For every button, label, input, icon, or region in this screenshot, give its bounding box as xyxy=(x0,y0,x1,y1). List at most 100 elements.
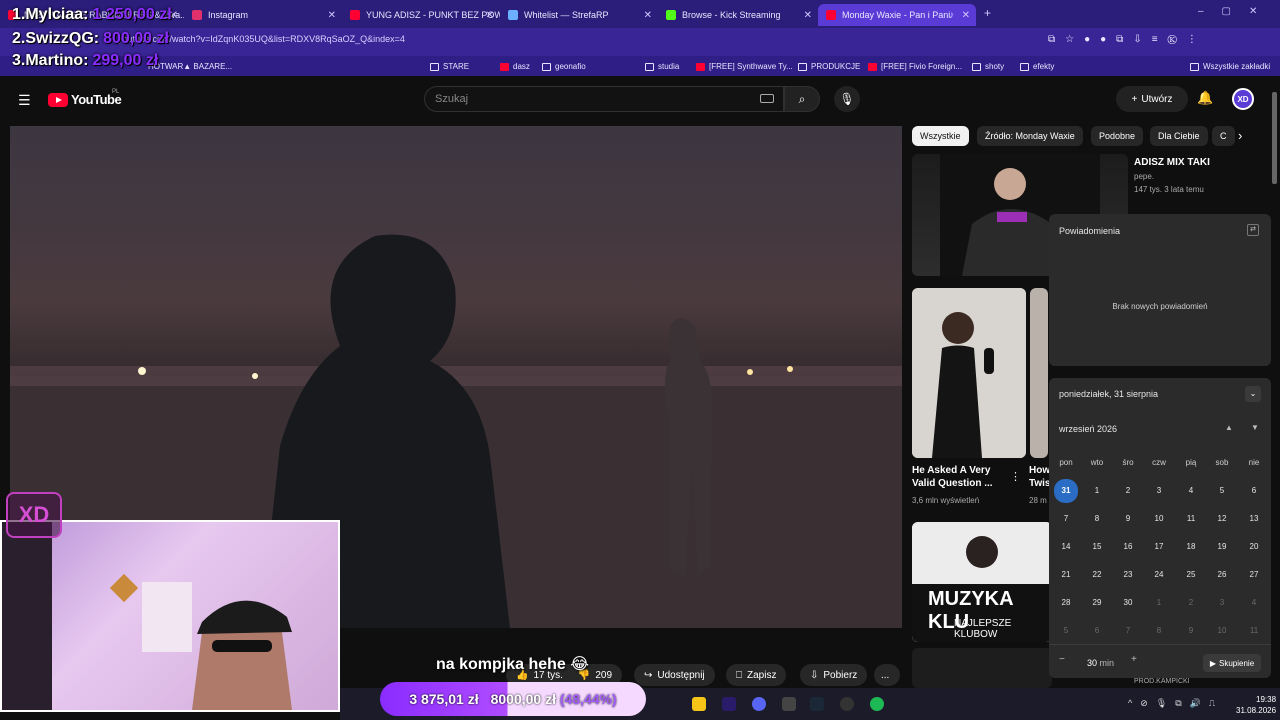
calendar-day[interactable]: 6 xyxy=(1084,620,1110,642)
bookmark-folder[interactable]: STARE xyxy=(430,62,469,71)
calendar-day[interactable]: 14 xyxy=(1053,536,1079,558)
notification-settings-icon[interactable]: ⇄ xyxy=(1247,224,1259,236)
focus-plus-button[interactable]: + xyxy=(1131,654,1137,665)
rec-thumbnail[interactable] xyxy=(912,648,1052,688)
focus-minutes[interactable]: 30 min xyxy=(1087,658,1114,668)
calendar-month-label[interactable]: wrzesień 2026 xyxy=(1059,424,1117,434)
bookmark-item[interactable]: HOTWAR▲ BAZARE... xyxy=(148,62,232,71)
bookmark-folder[interactable]: geonafio xyxy=(542,62,586,71)
calendar-day[interactable]: 7 xyxy=(1053,508,1079,530)
rec-thumbnail[interactable] xyxy=(912,288,1026,458)
bookmark-item[interactable]: dasz xyxy=(500,62,530,71)
file-explorer-icon[interactable] xyxy=(692,697,706,711)
spotify-icon[interactable] xyxy=(870,697,884,711)
page-scrollbar[interactable] xyxy=(1272,92,1277,184)
calendar-day[interactable]: 30 xyxy=(1115,592,1141,614)
app-icon[interactable] xyxy=(782,697,796,711)
taskbar-clock[interactable]: 19:38 31.08.2026 xyxy=(1236,694,1276,716)
calendar-day[interactable]: 9 xyxy=(1115,508,1141,530)
close-tab-icon[interactable]: ✕ xyxy=(644,10,652,21)
close-tab-icon[interactable]: ✕ xyxy=(962,10,970,21)
calendar-day[interactable]: 28 xyxy=(1053,592,1079,614)
steam-icon[interactable] xyxy=(810,697,824,711)
youtube-logo-icon[interactable] xyxy=(48,93,68,107)
bookmark-folder[interactable]: shoty xyxy=(972,62,1004,71)
discord-icon[interactable] xyxy=(752,697,766,711)
calendar-day[interactable]: 15 xyxy=(1084,536,1110,558)
browser-toolbar-icons[interactable]: ⧉☆●●⧉⇩≡Ⓚ⋮ xyxy=(1048,34,1207,45)
chip-similar[interactable]: Podobne xyxy=(1091,126,1144,146)
calendar-day[interactable]: 19 xyxy=(1209,536,1235,558)
calendar-day[interactable]: 8 xyxy=(1146,620,1172,642)
keyboard-icon[interactable] xyxy=(760,94,774,103)
calendar-day[interactable]: 25 xyxy=(1178,564,1204,586)
calendar-day[interactable]: 1 xyxy=(1084,480,1110,502)
chip-all[interactable]: Wszystkie xyxy=(912,126,969,146)
calendar-day[interactable]: 2 xyxy=(1115,480,1141,502)
share-button[interactable]: ↪ Udostępnij xyxy=(634,664,715,686)
save-button[interactable]: ⎕ Zapisz xyxy=(726,664,787,686)
calendar-day[interactable]: 23 xyxy=(1115,564,1141,586)
rec-title[interactable]: ADISZ MIX TAKI xyxy=(1134,156,1210,169)
month-down-icon[interactable]: ▼ xyxy=(1251,423,1259,432)
chevron-right-icon[interactable]: › xyxy=(1238,128,1242,143)
tab-kick[interactable]: Browse - Kick Streaming ✕ xyxy=(658,4,818,26)
premiere-icon[interactable] xyxy=(722,697,736,711)
calendar-day[interactable]: 6 xyxy=(1241,480,1267,502)
calendar-day[interactable]: 10 xyxy=(1209,620,1235,642)
calendar-day[interactable]: 10 xyxy=(1146,508,1172,530)
calendar-day[interactable]: 5 xyxy=(1053,620,1079,642)
rec-title[interactable]: How Twis xyxy=(1029,464,1049,490)
calendar-day[interactable]: 7 xyxy=(1115,620,1141,642)
calendar-day[interactable]: 16 xyxy=(1115,536,1141,558)
rec-title[interactable]: He Asked A Very Valid Question ... xyxy=(912,464,1000,490)
more-actions-button[interactable]: ... xyxy=(874,664,900,686)
close-tab-icon[interactable]: ✕ xyxy=(328,10,336,21)
calendar-day[interactable]: 5 xyxy=(1209,480,1235,502)
rec-thumbnail[interactable] xyxy=(1030,288,1048,458)
search-button[interactable]: ⌕ xyxy=(784,86,820,112)
tab-monday-waxie[interactable]: Monday Waxie - Pan i Pani ♪ ✕ xyxy=(818,4,976,26)
avatar[interactable]: XD xyxy=(1232,88,1254,110)
bookmark-item[interactable]: [FREE] Fivio Foreign... xyxy=(868,62,962,71)
calendar-day[interactable]: 11 xyxy=(1178,508,1204,530)
calendar-day[interactable]: 2 xyxy=(1178,592,1204,614)
chevron-down-icon[interactable]: ⌄ xyxy=(1245,386,1261,402)
calendar-day[interactable]: 17 xyxy=(1146,536,1172,558)
calendar-day[interactable]: 9 xyxy=(1178,620,1204,642)
calendar-day[interactable]: 22 xyxy=(1084,564,1110,586)
chip-for-you[interactable]: Dla Ciebie xyxy=(1150,126,1208,146)
calendar-day[interactable]: 8 xyxy=(1084,508,1110,530)
close-tab-icon[interactable]: ✕ xyxy=(804,10,812,21)
calendar-day[interactable]: 11 xyxy=(1241,620,1267,642)
audio-icon[interactable]: ♪ xyxy=(949,10,954,21)
tab-whitelist[interactable]: Whitelist — StrefaRP ✕ xyxy=(500,4,658,26)
focus-minus-button[interactable]: − xyxy=(1059,654,1065,665)
notifications-bell-icon[interactable]: 🔔 xyxy=(1197,90,1213,106)
tab-instagram[interactable]: Instagram ✕ xyxy=(184,4,342,26)
voice-search-button[interactable]: 🎙 xyxy=(834,86,860,112)
focus-start-button[interactable]: ▶ Skupienie xyxy=(1203,654,1261,672)
close-tab-icon[interactable]: ✕ xyxy=(486,10,494,21)
obs-icon[interactable] xyxy=(840,697,854,711)
calendar-day[interactable]: 24 xyxy=(1146,564,1172,586)
calendar-day[interactable]: 13 xyxy=(1241,508,1267,530)
window-controls[interactable]: –▢✕ xyxy=(1198,6,1275,17)
hamburger-menu-icon[interactable]: ☰ xyxy=(18,92,31,109)
download-button[interactable]: ⇩ Pobierz xyxy=(800,664,868,686)
calendar-day[interactable]: 3 xyxy=(1146,480,1172,502)
new-tab-button[interactable]: + xyxy=(984,6,991,20)
calendar-day[interactable]: 1 xyxy=(1146,592,1172,614)
more-options-icon[interactable]: ⋮ xyxy=(1010,470,1021,483)
chip-source[interactable]: Źródło: Monday Waxie xyxy=(977,126,1083,146)
calendar-day-today[interactable]: 31 xyxy=(1054,479,1078,503)
system-tray-icons[interactable]: ^⊘🎙⧉🔊⎍ xyxy=(1128,698,1223,709)
calendar-day[interactable]: 21 xyxy=(1053,564,1079,586)
bookmark-folder[interactable]: studia xyxy=(645,62,679,71)
calendar-day[interactable]: 3 xyxy=(1209,592,1235,614)
calendar-day[interactable]: 26 xyxy=(1209,564,1235,586)
calendar-day[interactable]: 4 xyxy=(1241,592,1267,614)
calendar-day[interactable]: 4 xyxy=(1178,480,1204,502)
search-input[interactable]: Szukaj xyxy=(424,86,784,112)
bookmark-item[interactable]: [FREE] Synthwave Ty... xyxy=(696,62,793,71)
